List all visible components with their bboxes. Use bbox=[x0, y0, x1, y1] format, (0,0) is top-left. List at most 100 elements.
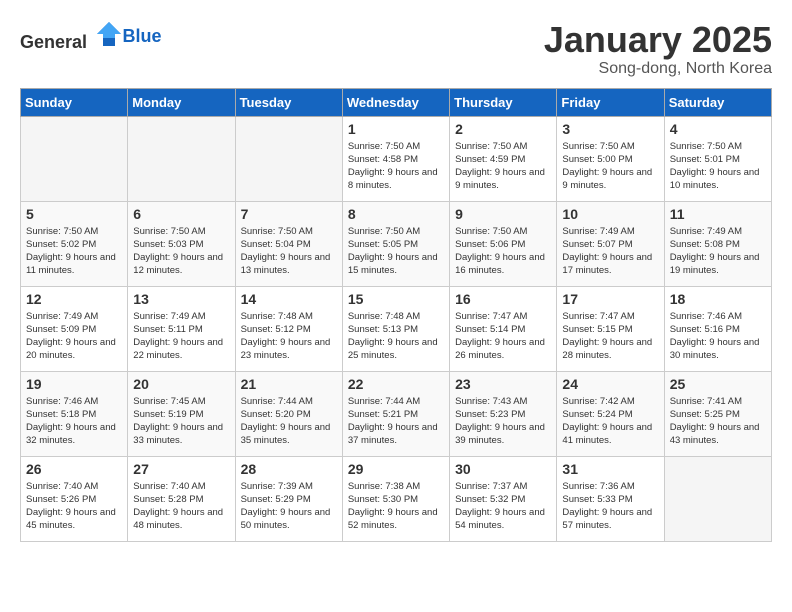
calendar-cell: 11 Sunrise: 7:49 AM Sunset: 5:08 PM Dayli… bbox=[664, 201, 771, 286]
day-number: 28 bbox=[241, 461, 337, 477]
calendar-cell bbox=[21, 116, 128, 201]
calendar-cell: 1 Sunrise: 7:50 AM Sunset: 4:58 PM Daylig… bbox=[342, 116, 449, 201]
day-info: Sunrise: 7:38 AM Sunset: 5:30 PM Dayligh… bbox=[348, 480, 444, 533]
day-number: 2 bbox=[455, 121, 551, 137]
weekday-header: Tuesday bbox=[235, 88, 342, 116]
day-info: Sunrise: 7:50 AM Sunset: 5:04 PM Dayligh… bbox=[241, 225, 337, 278]
calendar-cell bbox=[664, 456, 771, 541]
day-number: 22 bbox=[348, 376, 444, 392]
calendar-cell: 21 Sunrise: 7:44 AM Sunset: 5:20 PM Dayli… bbox=[235, 371, 342, 456]
day-number: 29 bbox=[348, 461, 444, 477]
calendar-cell: 8 Sunrise: 7:50 AM Sunset: 5:05 PM Daylig… bbox=[342, 201, 449, 286]
calendar-week-row: 5 Sunrise: 7:50 AM Sunset: 5:02 PM Daylig… bbox=[21, 201, 772, 286]
calendar-cell: 17 Sunrise: 7:47 AM Sunset: 5:15 PM Dayli… bbox=[557, 286, 664, 371]
day-info: Sunrise: 7:46 AM Sunset: 5:18 PM Dayligh… bbox=[26, 395, 122, 448]
day-number: 1 bbox=[348, 121, 444, 137]
calendar-cell: 2 Sunrise: 7:50 AM Sunset: 4:59 PM Daylig… bbox=[450, 116, 557, 201]
day-info: Sunrise: 7:50 AM Sunset: 4:58 PM Dayligh… bbox=[348, 140, 444, 193]
day-info: Sunrise: 7:43 AM Sunset: 5:23 PM Dayligh… bbox=[455, 395, 551, 448]
day-number: 11 bbox=[670, 206, 766, 222]
calendar-cell: 3 Sunrise: 7:50 AM Sunset: 5:00 PM Daylig… bbox=[557, 116, 664, 201]
day-number: 5 bbox=[26, 206, 122, 222]
calendar-cell bbox=[235, 116, 342, 201]
day-info: Sunrise: 7:46 AM Sunset: 5:16 PM Dayligh… bbox=[670, 310, 766, 363]
calendar-cell: 26 Sunrise: 7:40 AM Sunset: 5:26 PM Dayli… bbox=[21, 456, 128, 541]
day-info: Sunrise: 7:39 AM Sunset: 5:29 PM Dayligh… bbox=[241, 480, 337, 533]
calendar-cell: 4 Sunrise: 7:50 AM Sunset: 5:01 PM Daylig… bbox=[664, 116, 771, 201]
day-info: Sunrise: 7:42 AM Sunset: 5:24 PM Dayligh… bbox=[562, 395, 658, 448]
day-info: Sunrise: 7:50 AM Sunset: 5:00 PM Dayligh… bbox=[562, 140, 658, 193]
day-info: Sunrise: 7:36 AM Sunset: 5:33 PM Dayligh… bbox=[562, 480, 658, 533]
day-number: 31 bbox=[562, 461, 658, 477]
day-number: 19 bbox=[26, 376, 122, 392]
calendar-cell: 10Sunrise: 7:49 AM Sunset: 5:07 PM Dayli… bbox=[557, 201, 664, 286]
calendar-week-row: 1 Sunrise: 7:50 AM Sunset: 4:58 PM Daylig… bbox=[21, 116, 772, 201]
day-number: 6 bbox=[133, 206, 229, 222]
day-number: 8 bbox=[348, 206, 444, 222]
day-number: 24 bbox=[562, 376, 658, 392]
calendar-cell: 31 Sunrise: 7:36 AM Sunset: 5:33 PM Dayli… bbox=[557, 456, 664, 541]
day-info: Sunrise: 7:40 AM Sunset: 5:28 PM Dayligh… bbox=[133, 480, 229, 533]
day-number: 4 bbox=[670, 121, 766, 137]
day-info: Sunrise: 7:37 AM Sunset: 5:32 PM Dayligh… bbox=[455, 480, 551, 533]
day-info: Sunrise: 7:49 AM Sunset: 5:07 PM Dayligh… bbox=[562, 225, 658, 278]
calendar-cell: 9Sunrise: 7:50 AM Sunset: 5:06 PM Daylig… bbox=[450, 201, 557, 286]
day-number: 21 bbox=[241, 376, 337, 392]
calendar-table: SundayMondayTuesdayWednesdayThursdayFrid… bbox=[20, 88, 772, 542]
calendar-cell: 18 Sunrise: 7:46 AM Sunset: 5:16 PM Dayli… bbox=[664, 286, 771, 371]
calendar-cell bbox=[128, 116, 235, 201]
calendar-cell: 30 Sunrise: 7:37 AM Sunset: 5:32 PM Dayli… bbox=[450, 456, 557, 541]
day-info: Sunrise: 7:49 AM Sunset: 5:09 PM Dayligh… bbox=[26, 310, 122, 363]
calendar-cell: 29 Sunrise: 7:38 AM Sunset: 5:30 PM Dayli… bbox=[342, 456, 449, 541]
header: General Blue January 2025 Song-dong, Nor… bbox=[20, 20, 772, 78]
calendar-cell: 7Sunrise: 7:50 AM Sunset: 5:04 PM Daylig… bbox=[235, 201, 342, 286]
day-info: Sunrise: 7:44 AM Sunset: 5:20 PM Dayligh… bbox=[241, 395, 337, 448]
day-info: Sunrise: 7:48 AM Sunset: 5:12 PM Dayligh… bbox=[241, 310, 337, 363]
day-number: 17 bbox=[562, 291, 658, 307]
day-info: Sunrise: 7:47 AM Sunset: 5:14 PM Dayligh… bbox=[455, 310, 551, 363]
day-number: 25 bbox=[670, 376, 766, 392]
day-info: Sunrise: 7:47 AM Sunset: 5:15 PM Dayligh… bbox=[562, 310, 658, 363]
day-number: 30 bbox=[455, 461, 551, 477]
calendar-title: January 2025 bbox=[544, 20, 772, 60]
day-info: Sunrise: 7:50 AM Sunset: 4:59 PM Dayligh… bbox=[455, 140, 551, 193]
calendar-cell: 19 Sunrise: 7:46 AM Sunset: 5:18 PM Dayli… bbox=[21, 371, 128, 456]
day-number: 13 bbox=[133, 291, 229, 307]
weekday-header: Wednesday bbox=[342, 88, 449, 116]
day-info: Sunrise: 7:40 AM Sunset: 5:26 PM Dayligh… bbox=[26, 480, 122, 533]
day-number: 26 bbox=[26, 461, 122, 477]
day-number: 18 bbox=[670, 291, 766, 307]
day-info: Sunrise: 7:49 AM Sunset: 5:08 PM Dayligh… bbox=[670, 225, 766, 278]
day-number: 16 bbox=[455, 291, 551, 307]
day-info: Sunrise: 7:41 AM Sunset: 5:25 PM Dayligh… bbox=[670, 395, 766, 448]
logo-icon bbox=[95, 20, 123, 48]
day-info: Sunrise: 7:44 AM Sunset: 5:21 PM Dayligh… bbox=[348, 395, 444, 448]
day-info: Sunrise: 7:50 AM Sunset: 5:02 PM Dayligh… bbox=[26, 225, 122, 278]
weekday-header: Thursday bbox=[450, 88, 557, 116]
logo-blue: Blue bbox=[123, 26, 162, 46]
day-number: 15 bbox=[348, 291, 444, 307]
calendar-cell: 16 Sunrise: 7:47 AM Sunset: 5:14 PM Dayli… bbox=[450, 286, 557, 371]
calendar-cell: 20 Sunrise: 7:45 AM Sunset: 5:19 PM Dayli… bbox=[128, 371, 235, 456]
calendar-subtitle: Song-dong, North Korea bbox=[544, 60, 772, 78]
weekday-header: Monday bbox=[128, 88, 235, 116]
calendar-week-row: 26 Sunrise: 7:40 AM Sunset: 5:26 PM Dayli… bbox=[21, 456, 772, 541]
calendar-cell: 23Sunrise: 7:43 AM Sunset: 5:23 PM Dayli… bbox=[450, 371, 557, 456]
calendar-cell: 28 Sunrise: 7:39 AM Sunset: 5:29 PM Dayli… bbox=[235, 456, 342, 541]
calendar-cell: 12Sunrise: 7:49 AM Sunset: 5:09 PM Dayli… bbox=[21, 286, 128, 371]
day-info: Sunrise: 7:45 AM Sunset: 5:19 PM Dayligh… bbox=[133, 395, 229, 448]
calendar-cell: 6Sunrise: 7:50 AM Sunset: 5:03 PM Daylig… bbox=[128, 201, 235, 286]
calendar-cell: 22 Sunrise: 7:44 AM Sunset: 5:21 PM Dayli… bbox=[342, 371, 449, 456]
day-number: 14 bbox=[241, 291, 337, 307]
weekday-header: Sunday bbox=[21, 88, 128, 116]
day-number: 20 bbox=[133, 376, 229, 392]
weekday-header: Friday bbox=[557, 88, 664, 116]
weekday-header: Saturday bbox=[664, 88, 771, 116]
calendar-cell: 5 Sunrise: 7:50 AM Sunset: 5:02 PM Daylig… bbox=[21, 201, 128, 286]
day-info: Sunrise: 7:50 AM Sunset: 5:01 PM Dayligh… bbox=[670, 140, 766, 193]
weekday-header-row: SundayMondayTuesdayWednesdayThursdayFrid… bbox=[21, 88, 772, 116]
day-number: 27 bbox=[133, 461, 229, 477]
day-info: Sunrise: 7:50 AM Sunset: 5:05 PM Dayligh… bbox=[348, 225, 444, 278]
day-number: 3 bbox=[562, 121, 658, 137]
day-info: Sunrise: 7:49 AM Sunset: 5:11 PM Dayligh… bbox=[133, 310, 229, 363]
